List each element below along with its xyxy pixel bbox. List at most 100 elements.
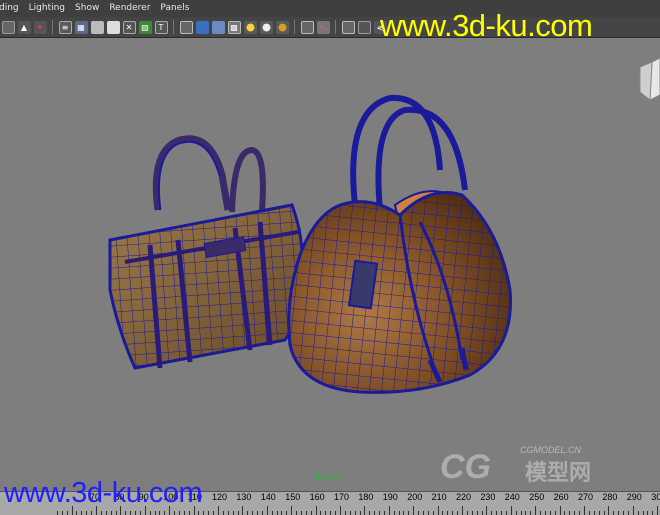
right-handbag[interactable]	[287, 94, 512, 394]
ruler-tick	[247, 511, 249, 515]
ruler-tick	[388, 506, 390, 515]
ruler-tick	[525, 511, 527, 515]
maya-window: ding Lighting Show Renderer Panels ▲ ✦ ≡…	[0, 0, 660, 515]
sphere-yellow-icon[interactable]	[243, 20, 257, 34]
sphere-gold-icon[interactable]	[275, 20, 289, 34]
ruler-tick	[139, 511, 141, 515]
ruler-tick	[422, 511, 424, 515]
view-cube[interactable]	[639, 57, 660, 101]
ruler-tick	[349, 511, 351, 515]
ruler-tick	[354, 511, 356, 515]
ruler-tick	[266, 506, 268, 515]
ruler-tick	[271, 511, 273, 515]
paint-icon[interactable]: ✦	[33, 20, 47, 34]
cgmodel-watermark: CGMODEL.CN	[520, 445, 582, 455]
ruler-tick	[203, 511, 205, 515]
ruler-tick	[530, 511, 532, 515]
ruler-tick	[296, 511, 298, 515]
ruler-tick	[442, 511, 444, 515]
ruler-tick	[657, 506, 659, 515]
isolate-icon[interactable]	[300, 20, 314, 34]
ruler-tick	[330, 511, 332, 515]
menu-renderer[interactable]: Renderer	[104, 0, 155, 17]
ruler-tick	[471, 511, 473, 515]
select-icon[interactable]	[1, 20, 15, 34]
left-handbag[interactable]	[108, 135, 305, 370]
text-icon[interactable]: T	[154, 20, 168, 34]
ruler-tick	[154, 511, 156, 515]
ruler-tick	[115, 511, 117, 515]
perspective-viewport[interactable]	[0, 38, 660, 491]
menu-show[interactable]: Show	[70, 0, 104, 17]
watermark-top: www.3d-ku.com	[380, 8, 593, 43]
ruler-tick	[505, 511, 507, 515]
ruler-tick	[540, 511, 542, 515]
ruler-tick	[198, 511, 200, 515]
camera-icon[interactable]: ▨	[138, 20, 152, 34]
ruler-tick	[462, 506, 463, 515]
ruler-label: 290	[626, 492, 642, 502]
ruler-tick	[593, 511, 595, 515]
wire-icon[interactable]: ≡	[58, 20, 72, 34]
ruler-tick	[286, 511, 288, 515]
menu-shading[interactable]: ding	[0, 0, 24, 17]
ruler-label: 220	[456, 492, 472, 502]
ruler-tick	[418, 511, 420, 515]
cube-icon[interactable]	[179, 20, 193, 34]
ruler-tick	[652, 511, 654, 515]
ruler-tick	[491, 511, 493, 515]
cube-outline-icon[interactable]	[341, 20, 355, 34]
shade-icon[interactable]	[90, 20, 104, 34]
ruler-tick	[213, 511, 215, 515]
ruler-tick	[105, 511, 107, 515]
ruler-tick	[584, 506, 585, 515]
ruler-tick	[554, 511, 556, 515]
ruler-tick	[159, 511, 161, 515]
ruler-tick	[564, 511, 566, 515]
ruler-tick	[232, 511, 234, 515]
ruler-tick	[66, 511, 68, 515]
menu-lighting[interactable]: Lighting	[24, 0, 70, 17]
ruler-tick	[403, 511, 405, 515]
ruler-label: 210	[431, 492, 447, 502]
ruler-label: 140	[260, 492, 276, 502]
light-icon[interactable]: ✕	[122, 20, 136, 34]
ruler-label: 300	[651, 492, 660, 502]
ruler-label: 240	[504, 492, 520, 502]
ruler-tick	[559, 506, 561, 515]
ruler-label: 270	[578, 492, 594, 502]
ruler-tick	[149, 511, 151, 515]
texture-icon[interactable]	[106, 20, 120, 34]
ruler-tick	[447, 511, 449, 515]
ruler-label: 150	[285, 492, 301, 502]
ruler-tick	[623, 511, 625, 515]
menu-panels[interactable]: Panels	[155, 0, 194, 17]
ruler-tick	[335, 511, 337, 515]
ruler-tick	[613, 511, 615, 515]
smooth-icon[interactable]: ▦	[74, 20, 88, 34]
cube-frame-icon[interactable]	[357, 20, 371, 34]
ruler-tick	[510, 506, 512, 515]
sphere-white-icon[interactable]	[259, 20, 273, 34]
ruler-tick	[608, 506, 610, 515]
cube-grid-icon[interactable]	[211, 20, 225, 34]
camera-label: persp	[315, 472, 340, 481]
ruler-tick	[374, 511, 376, 515]
checker-icon[interactable]: ▩	[227, 20, 241, 34]
ruler-tick	[110, 511, 112, 515]
ruler-tick	[598, 511, 600, 515]
ruler-tick	[627, 511, 629, 515]
ruler-label: 130	[236, 492, 252, 502]
ruler-tick	[496, 511, 498, 515]
ruler-tick	[501, 511, 503, 515]
lasso-icon[interactable]: ▲	[17, 20, 31, 34]
ruler-tick	[100, 511, 102, 515]
xray-icon[interactable]: ↖	[316, 20, 330, 34]
ruler-tick	[305, 511, 307, 515]
ruler-tick	[222, 511, 224, 515]
ruler-tick	[408, 511, 410, 515]
ruler-tick	[569, 511, 571, 515]
toolbar-separator	[173, 20, 174, 34]
cube-blue-icon[interactable]	[195, 20, 209, 34]
ruler-tick	[398, 511, 400, 515]
